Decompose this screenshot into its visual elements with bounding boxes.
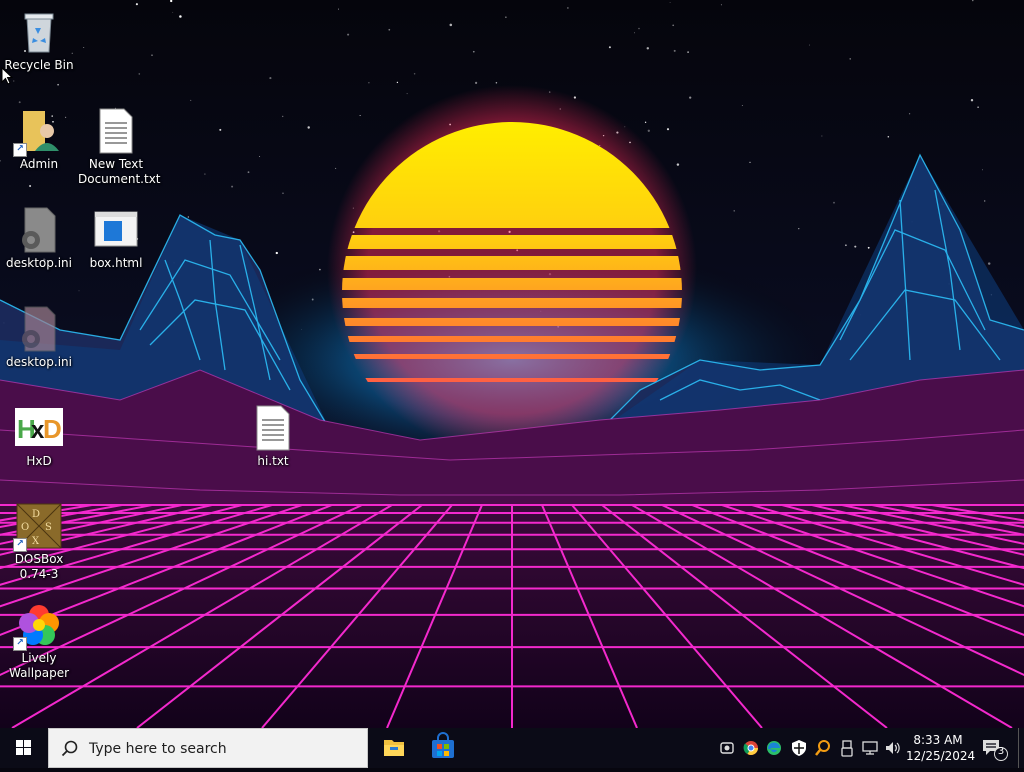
clock[interactable]: 8:33 AM 12/25/2024 [906,732,976,764]
desktop[interactable]: Recycle Bin ↗ Admin New Text Document.tx… [0,0,1024,728]
settings-file-glyph [15,305,63,353]
admin-folder-icon[interactable]: ↗ Admin [1,107,77,172]
network-icon[interactable] [861,738,879,758]
windows-logo-icon [16,740,31,755]
volume-icon[interactable] [884,738,902,758]
desktop-ini-2-icon[interactable]: desktop.ini [1,305,77,370]
hxd-icon[interactable]: HxD HxD [1,404,77,469]
user-folder-glyph: ↗ [13,107,63,157]
lively-wallpaper-icon[interactable]: ↗ Lively Wallpaper [1,601,77,681]
lively-wallpaper-label: Lively Wallpaper [8,651,70,680]
dosbox-label: DOSBox 0.74-3 [14,552,64,581]
svg-text:O: O [21,522,29,533]
edge-icon[interactable] [765,738,783,758]
new-text-document-icon[interactable]: New Text Document.txt [78,107,161,187]
dosbox-glyph: DO SX ↗ [13,502,63,552]
chrome-icon[interactable] [742,738,760,758]
svg-text:X: X [32,536,40,547]
microsoft-store-icon [432,732,454,758]
clock-time: 8:33 AM [913,733,963,747]
hi-txt-icon[interactable]: hi.txt [235,404,311,469]
notification-count-badge: 3 [997,746,1005,757]
taskbar: Type here to search 8:33 AM 12/25/2024 3 [0,728,1024,768]
lively-wallpaper-glyph: ↗ [13,601,63,651]
hxd-glyph: HxD [15,404,63,452]
action-center-button[interactable]: 3 [980,736,1008,762]
hxd-label: HxD [26,454,52,468]
html-file-glyph [92,206,140,254]
search-icon [61,740,78,757]
shortcut-arrow-icon: ↗ [13,637,27,651]
recycle-bin-icon[interactable]: Recycle Bin [1,8,77,73]
svg-text:D: D [43,414,62,444]
search-tool-icon[interactable] [814,738,832,758]
shortcut-arrow-icon: ↗ [13,143,27,157]
svg-text:S: S [45,522,52,533]
clock-date: 12/25/2024 [906,749,976,763]
settings-file-glyph [15,206,63,254]
search-placeholder: Type here to search [89,741,227,757]
microsoft-store-button[interactable] [419,728,467,768]
security-shield-icon[interactable] [790,738,808,758]
file-explorer-button[interactable] [370,728,418,768]
text-file-glyph [249,404,297,452]
text-file-glyph [92,107,140,155]
desktop-ini-label: desktop.ini [6,256,72,270]
new-text-document-label: New Text Document.txt [78,157,161,186]
mouse-pointer-icon [1,67,13,85]
desktop-ini-icon[interactable]: desktop.ini [1,206,77,271]
search-box[interactable]: Type here to search [48,728,368,768]
show-desktop-button[interactable] [1018,728,1024,768]
dosbox-icon[interactable]: DO SX ↗ DOSBox 0.74-3 [1,502,77,582]
capture-icon[interactable] [718,738,736,758]
recycle-bin-glyph [15,8,63,56]
hi-txt-label: hi.txt [257,454,289,468]
svg-text:D: D [32,509,40,520]
admin-label: Admin [19,157,59,171]
box-html-label: box.html [89,256,143,270]
box-html-icon[interactable]: box.html [78,206,154,271]
usb-icon[interactable] [838,738,856,758]
shortcut-arrow-icon: ↗ [13,538,27,552]
start-button[interactable] [0,728,48,768]
desktop-ini-2-label: desktop.ini [6,355,72,369]
file-explorer-icon [384,740,404,756]
